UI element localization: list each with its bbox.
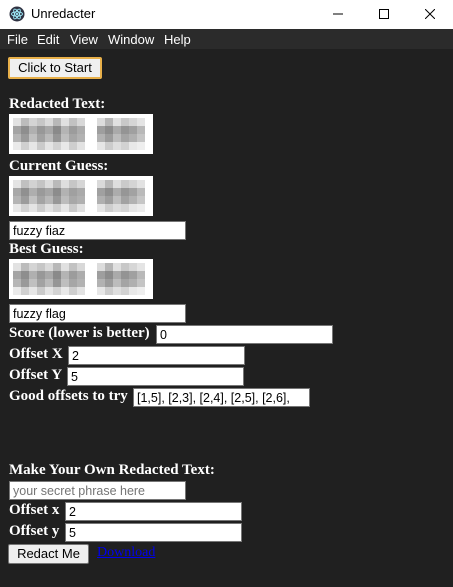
current-guess-input[interactable]: fuzzy fiaz xyxy=(9,221,186,240)
menu-file[interactable]: File xyxy=(7,32,28,47)
close-icon xyxy=(425,9,435,19)
minimize-icon xyxy=(333,13,343,15)
redacted-text-label: Redacted Text: xyxy=(9,96,106,112)
own-offset-y-input[interactable]: 5 xyxy=(65,523,242,542)
menu-bar: File Edit View Window Help xyxy=(0,29,453,49)
offset-y-input[interactable]: 5 xyxy=(67,367,244,386)
best-guess-image xyxy=(9,259,153,299)
offset-x-input[interactable]: 2 xyxy=(68,346,245,365)
own-offset-y-label: Offset y xyxy=(9,523,60,539)
maximize-icon xyxy=(379,9,389,19)
electron-atom-icon xyxy=(9,6,25,22)
current-guess-image xyxy=(9,176,153,216)
make-own-heading: Make Your Own Redacted Text: xyxy=(9,462,215,478)
main-content: Click to Start Redacted Text: Current Gu… xyxy=(0,49,453,587)
good-offsets-label: Good offsets to try xyxy=(9,388,128,404)
menu-view[interactable]: View xyxy=(70,32,98,47)
minimize-button[interactable] xyxy=(315,0,361,29)
best-guess-label: Best Guess: xyxy=(9,241,84,257)
own-offset-x-input[interactable]: 2 xyxy=(65,502,242,521)
window-title: Unredacter xyxy=(31,6,96,21)
start-button[interactable]: Click to Start xyxy=(8,57,102,79)
current-guess-label: Current Guess: xyxy=(9,158,109,174)
redacted-text-image xyxy=(9,114,153,154)
best-guess-input[interactable]: fuzzy flag xyxy=(9,304,186,323)
menu-window[interactable]: Window xyxy=(108,32,154,47)
offset-y-label: Offset Y xyxy=(9,367,63,383)
good-offsets-input[interactable]: [1,5], [2,3], [2,4], [2,5], [2,6], xyxy=(133,388,310,407)
menu-help[interactable]: Help xyxy=(164,32,191,47)
score-label: Score (lower is better) xyxy=(9,325,150,341)
redact-me-button[interactable]: Redact Me xyxy=(8,544,89,564)
secret-phrase-input[interactable]: your secret phrase here xyxy=(9,481,186,500)
title-bar: Unredacter xyxy=(0,0,453,29)
offset-x-label: Offset X xyxy=(9,346,63,362)
own-offset-x-label: Offset x xyxy=(9,502,60,518)
score-input[interactable]: 0 xyxy=(156,325,333,344)
download-link[interactable]: Download xyxy=(97,545,155,561)
menu-edit[interactable]: Edit xyxy=(37,32,59,47)
close-button[interactable] xyxy=(407,0,453,29)
maximize-button[interactable] xyxy=(361,0,407,29)
